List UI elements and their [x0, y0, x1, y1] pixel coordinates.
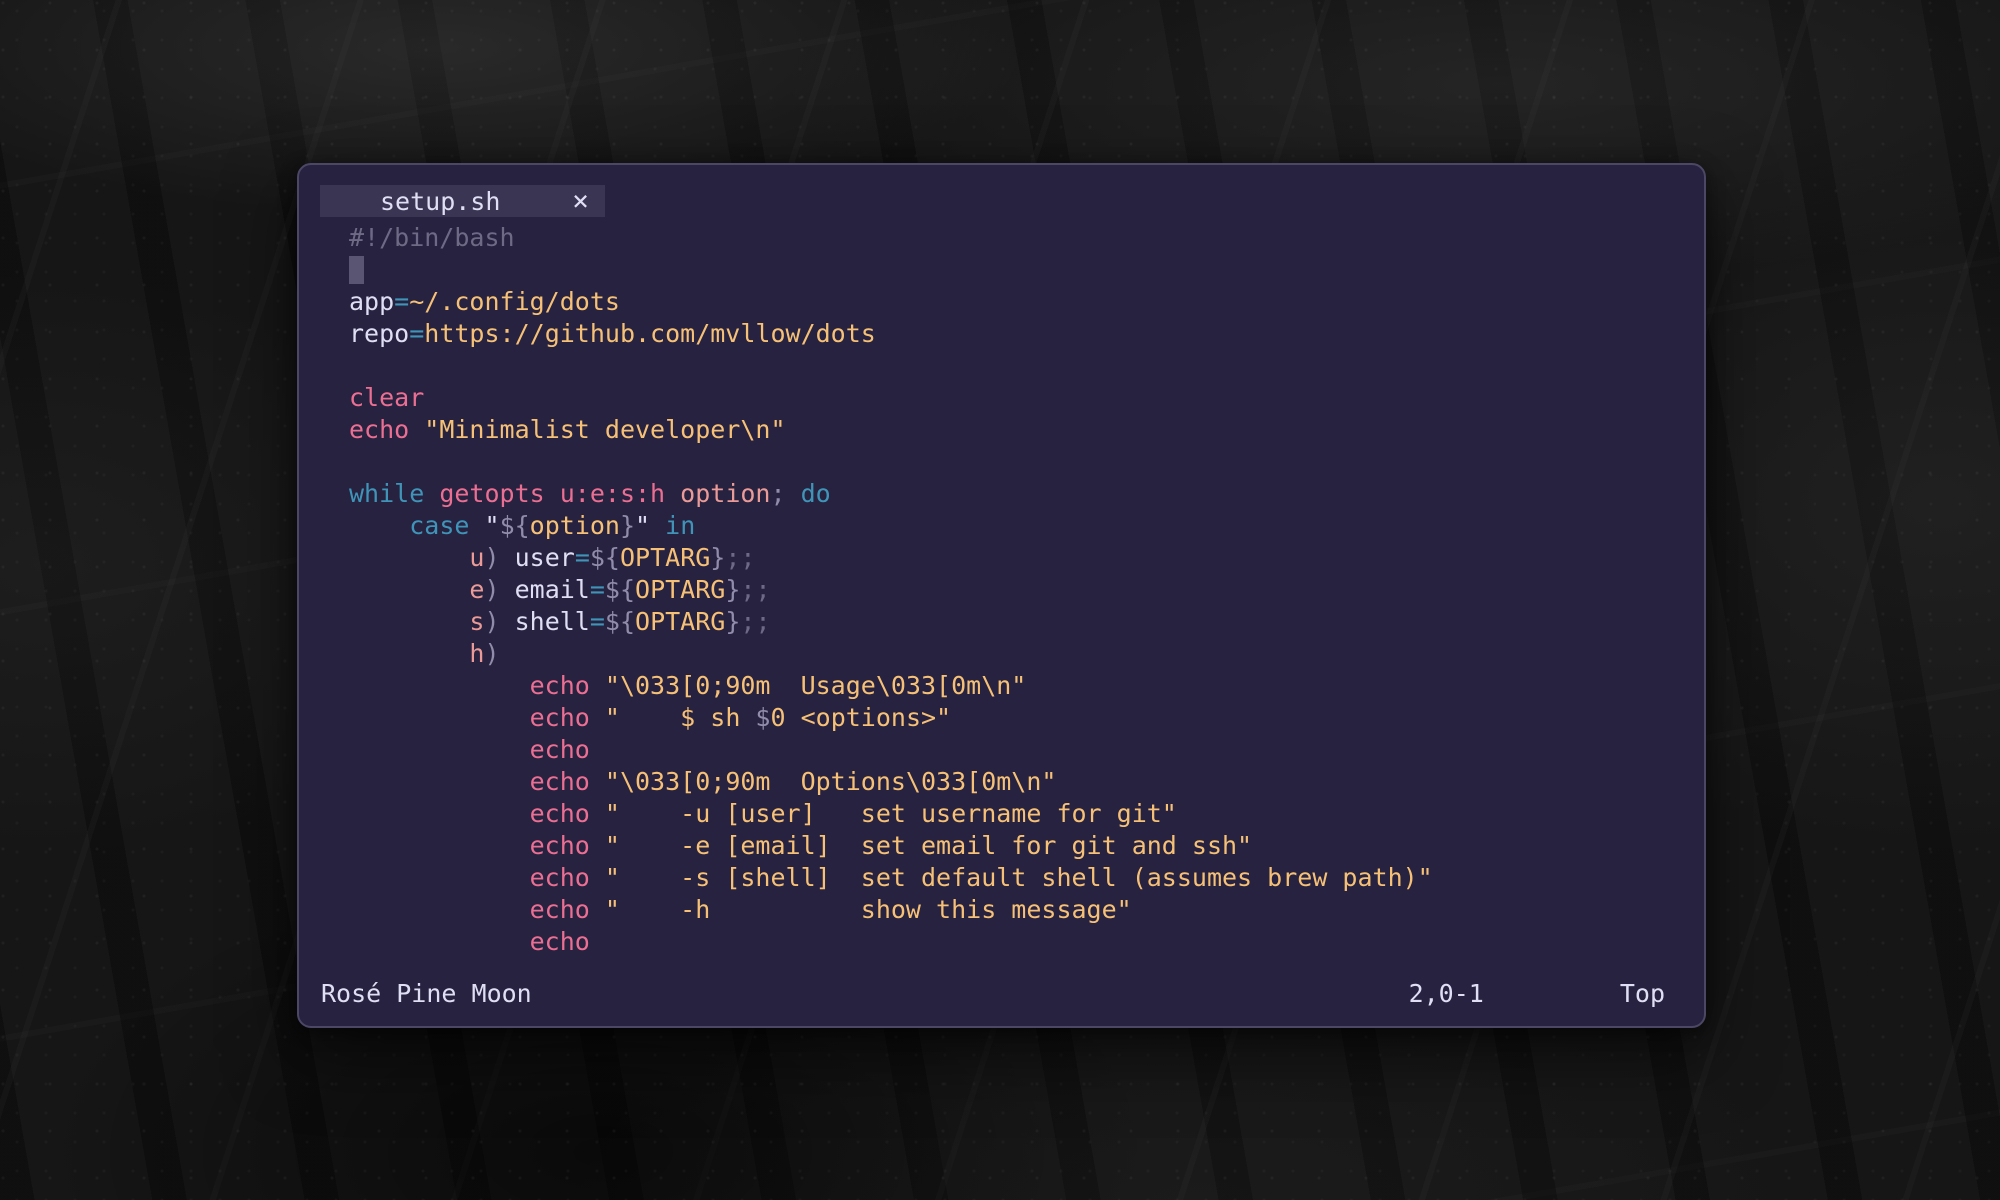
code-line: echo " $ sh $0 <options>"	[349, 702, 1704, 734]
close-icon[interactable]: ×	[572, 187, 589, 215]
code-line: echo	[349, 926, 1704, 958]
code-line: echo	[349, 734, 1704, 766]
tab-setup-sh[interactable]: setup.sh ×	[320, 185, 605, 217]
cursor	[349, 256, 364, 284]
code-editor[interactable]: #!/bin/bash app=~/.config/dotsrepo=https:…	[299, 222, 1704, 958]
code-line: app=~/.config/dots	[349, 286, 1704, 318]
tabline: setup.sh ×	[299, 185, 1704, 217]
code-line: echo " -s [shell] set default shell (ass…	[349, 862, 1704, 894]
code-line: clear	[349, 382, 1704, 414]
code-line: echo " -h show this message"	[349, 894, 1704, 926]
statusline-ruler: 2,0-1	[1409, 978, 1484, 1010]
code-line: case "${option}" in	[349, 510, 1704, 542]
code-line: u) user=${OPTARG};;	[349, 542, 1704, 574]
code-line: #!/bin/bash	[349, 222, 1704, 254]
code-line: echo " -e [email] set email for git and …	[349, 830, 1704, 862]
code-line: s) shell=${OPTARG};;	[349, 606, 1704, 638]
statusline-scroll-position: Top	[1620, 978, 1665, 1010]
tab-title: setup.sh	[380, 187, 500, 216]
code-line	[349, 254, 1704, 286]
code-line: e) email=${OPTARG};;	[349, 574, 1704, 606]
code-line: echo "\033[0;90m Options\033[0m\n"	[349, 766, 1704, 798]
code-line: repo=https://github.com/mvllow/dots	[349, 318, 1704, 350]
code-line	[349, 446, 1704, 478]
statusline-theme-name: Rosé Pine Moon	[321, 978, 1409, 1010]
code-line: echo "\033[0;90m Usage\033[0m\n"	[349, 670, 1704, 702]
editor-window: setup.sh × #!/bin/bash app=~/.config/dots…	[297, 163, 1706, 1028]
code-line: h)	[349, 638, 1704, 670]
code-line: echo "Minimalist developer\n"	[349, 414, 1704, 446]
code-line: while getopts u:e:s:h option; do	[349, 478, 1704, 510]
code-line: echo " -u [user] set username for git"	[349, 798, 1704, 830]
code-line	[349, 350, 1704, 382]
statusline: Rosé Pine Moon 2,0-1 Top	[299, 978, 1704, 1010]
